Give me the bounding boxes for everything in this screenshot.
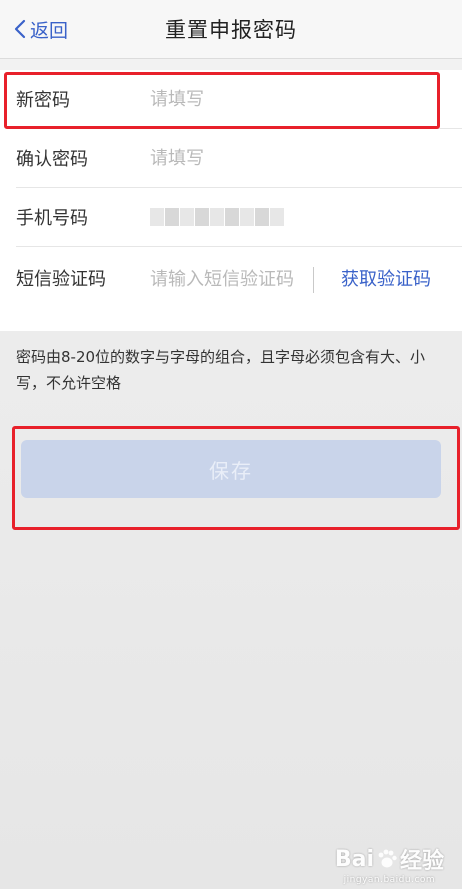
sms-code-row: 短信验证码 请输入短信验证码 获取验证码 <box>16 247 462 331</box>
phone-value-masked <box>150 208 285 226</box>
watermark: Bai 经验 jingyan.baidu.com <box>335 843 444 886</box>
new-password-row: 新密码 <box>16 70 462 129</box>
vertical-divider <box>313 267 314 293</box>
password-hint: 密码由8-20位的数字与字母的组合，且字母必须包含有大、小写，不允许空格 <box>16 348 426 392</box>
phone-label: 手机号码 <box>16 208 88 229</box>
get-code-button[interactable]: 获取验证码 <box>341 265 431 291</box>
new-password-input[interactable] <box>150 88 410 110</box>
phone-row: 手机号码 <box>16 188 462 247</box>
screen: 返回 重置申报密码 新密码 确认密码 手机号码 短信验证码 请输入短信验证码 获… <box>0 0 462 889</box>
confirm-password-row: 确认密码 <box>16 129 462 188</box>
reset-password-form: 新密码 确认密码 手机号码 短信验证码 请输入短信验证码 获取验证码 <box>0 70 462 331</box>
watermark-logo: Bai 经验 <box>335 843 444 875</box>
save-button[interactable]: 保存 <box>21 440 441 498</box>
confirm-password-label: 确认密码 <box>16 149 88 170</box>
sms-code-input[interactable]: 请输入短信验证码 <box>150 265 300 295</box>
new-password-label: 新密码 <box>16 90 70 111</box>
nav-bar: 返回 重置申报密码 <box>0 0 462 59</box>
confirm-password-input[interactable] <box>150 147 410 169</box>
watermark-site: jingyan.baidu.com <box>343 875 436 885</box>
watermark-brand-left: Bai <box>334 846 374 872</box>
paw-icon <box>378 849 397 868</box>
watermark-brand-right: 经验 <box>399 849 444 874</box>
page-title: 重置申报密码 <box>165 18 297 42</box>
sms-code-label: 短信验证码 <box>16 269 106 290</box>
